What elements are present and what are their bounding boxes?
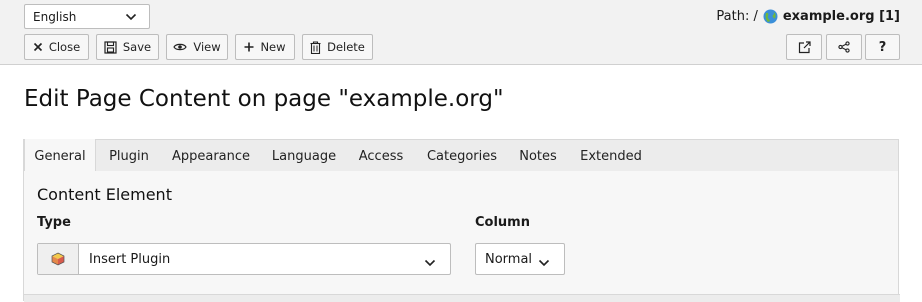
plugin-icon: [38, 244, 79, 274]
close-button[interactable]: Close: [24, 34, 89, 60]
save-button[interactable]: Save: [96, 34, 159, 60]
save-icon: [104, 40, 117, 54]
close-icon: [33, 42, 43, 52]
tab-appearance[interactable]: Appearance: [170, 140, 252, 173]
path-label: Path: /: [716, 9, 758, 24]
close-label: Close: [48, 40, 81, 54]
chevron-down-icon: [424, 254, 436, 273]
delete-label: Delete: [327, 40, 365, 54]
type-label: Type: [37, 215, 71, 230]
breadcrumb: Path: / example.org [1]: [716, 9, 900, 24]
help-icon: ?: [878, 39, 887, 55]
delete-button[interactable]: Delete: [302, 34, 373, 60]
tab-extended[interactable]: Extended: [577, 140, 645, 173]
view-button[interactable]: View: [166, 34, 228, 60]
tab-plugin[interactable]: Plugin: [104, 140, 154, 173]
view-icon: [173, 42, 188, 52]
type-select[interactable]: Insert Plugin: [37, 243, 451, 275]
share-button[interactable]: [826, 34, 862, 60]
chevron-down-icon: [538, 254, 550, 273]
page-title: Edit Page Content on page "example.org": [24, 86, 504, 112]
tab-bar: General Plugin Appearance Language Acces…: [23, 139, 899, 173]
language-select-value: English: [33, 9, 77, 24]
column-select-value: Normal: [485, 252, 533, 267]
path-site[interactable]: example.org [1]: [783, 9, 900, 24]
language-select[interactable]: English: [24, 4, 150, 29]
view-label: View: [193, 40, 221, 54]
share-icon: [838, 41, 850, 53]
help-button[interactable]: ?: [865, 34, 900, 60]
tab-notes[interactable]: Notes: [516, 140, 560, 173]
trash-icon: [310, 40, 321, 54]
docheader: English Path: / example.org [1] Close Sa…: [0, 0, 922, 65]
tab-general[interactable]: General: [24, 139, 96, 173]
open-new-window-button[interactable]: [786, 34, 822, 60]
column-select[interactable]: Normal: [475, 243, 565, 275]
chevron-down-icon: [125, 11, 137, 26]
tab-categories[interactable]: Categories: [422, 140, 502, 173]
new-label: New: [260, 40, 286, 54]
tab-language[interactable]: Language: [268, 140, 340, 173]
column-label: Column: [475, 215, 530, 230]
tab-panel-general: Content Element Type Column Insert Plugi…: [23, 171, 900, 302]
plus-icon: [244, 42, 254, 52]
section-title: Content Element: [37, 185, 172, 204]
external-link-icon: [798, 40, 811, 54]
type-select-value: Insert Plugin: [89, 252, 171, 267]
new-button[interactable]: New: [235, 34, 295, 60]
globe-icon: [763, 9, 778, 24]
save-label: Save: [122, 40, 152, 54]
tab-access[interactable]: Access: [355, 140, 407, 173]
